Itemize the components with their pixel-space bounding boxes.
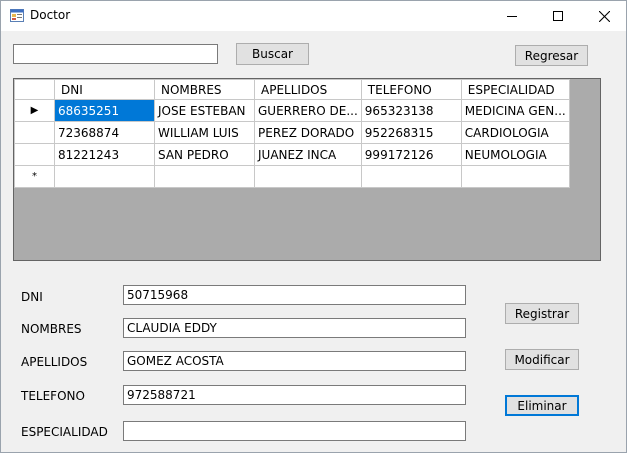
column-header-nombres[interactable]: NOMBRES [154, 79, 255, 100]
search-button[interactable]: Buscar [236, 43, 309, 65]
back-button[interactable]: Regresar [515, 45, 588, 66]
close-button[interactable] [581, 1, 627, 31]
window-title: Doctor [30, 8, 71, 22]
table-cell[interactable]: GUERRERO DE... [254, 99, 362, 122]
column-header-apellidos[interactable]: APELLIDOS [254, 79, 362, 100]
table-cell[interactable]: MEDICINA GEN... [460, 99, 570, 122]
maximize-icon [553, 11, 563, 21]
table-cell[interactable] [254, 165, 362, 188]
search-input[interactable] [13, 44, 218, 64]
especialidad-label: ESPECIALIDAD [21, 425, 108, 439]
column-header-dni[interactable]: DNI [54, 79, 155, 100]
table-cell[interactable]: 81221243 [54, 143, 155, 166]
apellidos-field[interactable] [123, 351, 466, 371]
especialidad-field[interactable] [123, 421, 466, 441]
table-row[interactable]: 81221243 SAN PEDRO JUANEZ INCA 999172126… [14, 143, 570, 166]
table-cell[interactable]: 72368874 [54, 121, 155, 144]
table-cell[interactable] [360, 165, 462, 188]
doctor-table: DNI NOMBRES APELLIDOS TELEFONO ESPECIALI… [14, 79, 570, 188]
row-header-corner[interactable] [14, 79, 55, 100]
apellidos-label: APELLIDOS [21, 355, 88, 369]
table-cell[interactable]: 965323138 [360, 99, 462, 122]
minimize-button[interactable] [489, 1, 535, 31]
register-button[interactable]: Registrar [505, 303, 579, 324]
nombres-label: NOMBRES [21, 322, 82, 336]
table-cell[interactable]: NEUMOLOGIA [460, 143, 570, 166]
close-icon [598, 10, 610, 22]
table-cell[interactable] [154, 165, 255, 188]
table-cell[interactable]: WILLIAM LUIS [154, 121, 255, 144]
telefono-label: TELEFONO [21, 389, 85, 403]
new-row-asterisk-icon[interactable]: * [14, 165, 55, 188]
dni-field[interactable] [123, 285, 466, 305]
current-row-arrow-icon[interactable]: ▶ [14, 99, 55, 122]
doctor-grid[interactable]: DNI NOMBRES APELLIDOS TELEFONO ESPECIALI… [13, 78, 601, 261]
table-cell[interactable]: 999172126 [360, 143, 462, 166]
table-cell[interactable]: SAN PEDRO [154, 143, 255, 166]
telefono-field[interactable] [123, 385, 466, 405]
table-cell[interactable] [54, 165, 155, 188]
maximize-button[interactable] [535, 1, 581, 31]
table-cell[interactable]: 68635251 [54, 99, 155, 122]
table-row[interactable]: ▶ 68635251 JOSE ESTEBAN GUERRERO DE... 9… [14, 99, 570, 122]
minimize-icon [507, 16, 517, 17]
title-bar[interactable]: Doctor [1, 1, 626, 31]
new-row[interactable]: * [14, 165, 570, 188]
row-header[interactable] [14, 143, 55, 166]
form-icon [10, 9, 24, 22]
row-header[interactable] [14, 121, 55, 144]
table-cell[interactable] [460, 165, 570, 188]
column-header-especialidad[interactable]: ESPECIALIDAD [460, 79, 570, 100]
table-cell[interactable]: 952268315 [360, 121, 462, 144]
table-cell[interactable]: CARDIOLOGIA [460, 121, 570, 144]
header-row: DNI NOMBRES APELLIDOS TELEFONO ESPECIALI… [14, 79, 570, 100]
dni-label: DNI [21, 290, 43, 304]
table-row[interactable]: 72368874 WILLIAM LUIS PEREZ DORADO 95226… [14, 121, 570, 144]
nombres-field[interactable] [123, 318, 466, 338]
delete-button[interactable]: Eliminar [505, 395, 579, 416]
doctor-window: Doctor Buscar Regresar DNI NOMBRES APELL… [0, 0, 627, 453]
column-header-telefono[interactable]: TELEFONO [360, 79, 462, 100]
modify-button[interactable]: Modificar [505, 349, 579, 370]
table-cell[interactable]: JOSE ESTEBAN [154, 99, 255, 122]
table-cell[interactable]: PEREZ DORADO [254, 121, 362, 144]
table-cell[interactable]: JUANEZ INCA [254, 143, 362, 166]
